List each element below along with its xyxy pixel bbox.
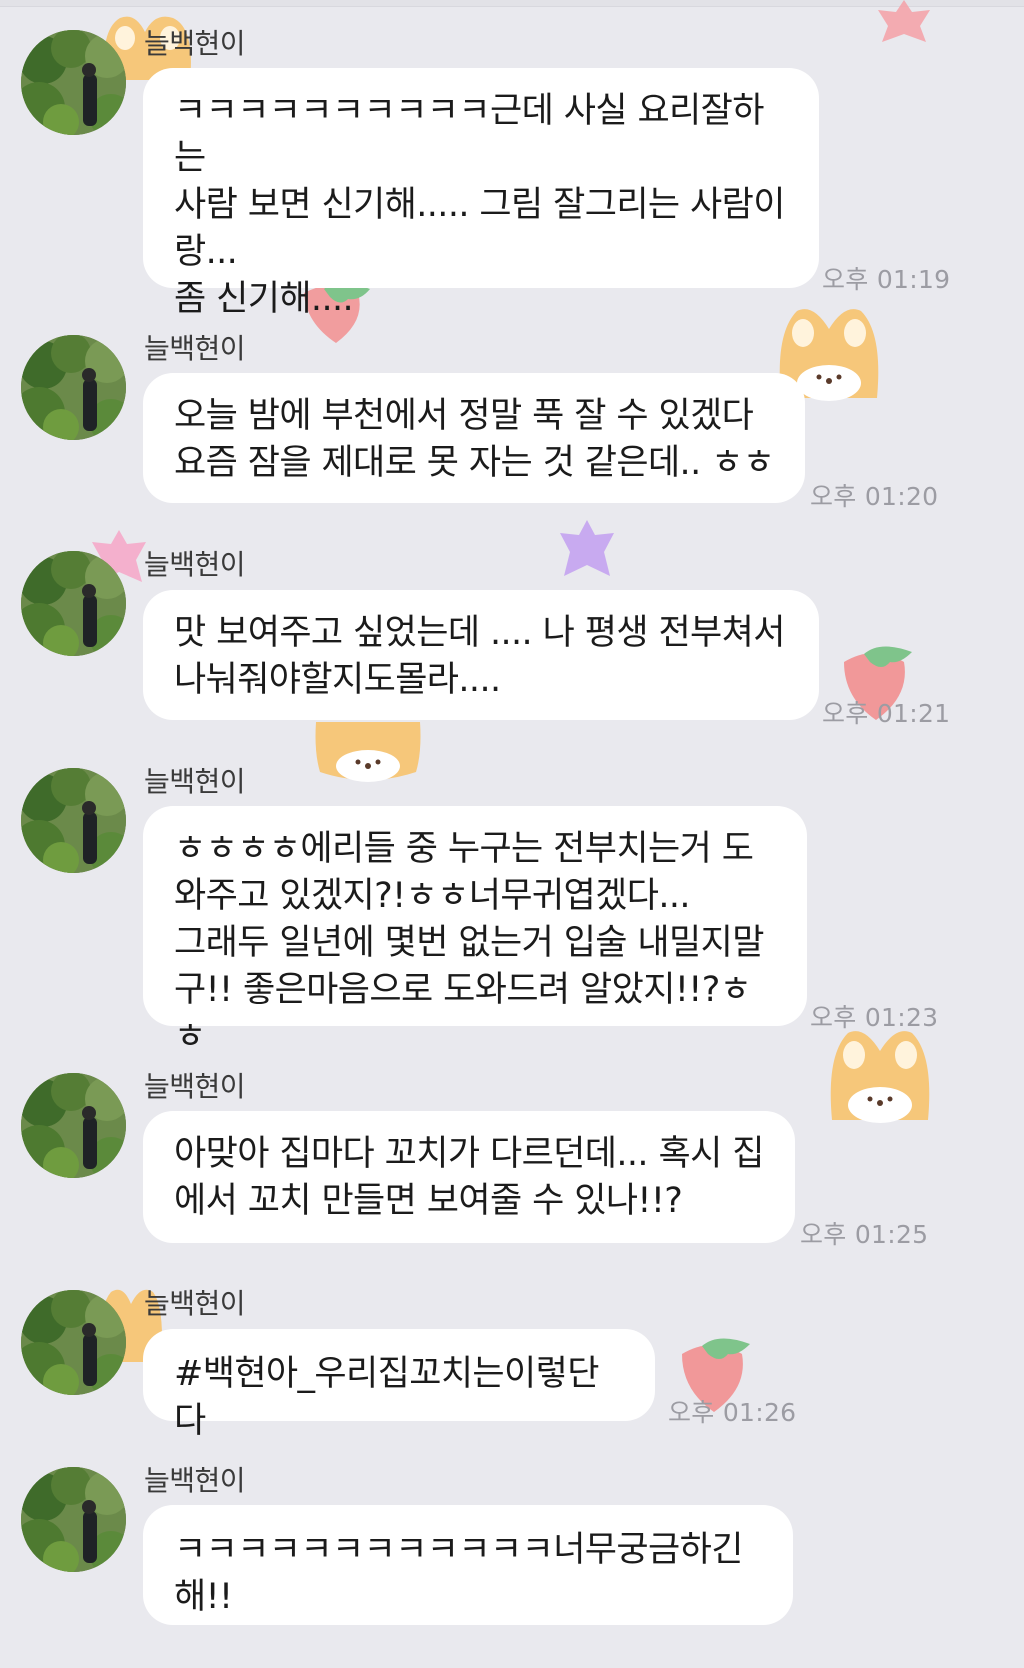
message-bubble[interactable]: 오늘 밤에 부천에서 정말 푹 잘 수 있겠다 요즘 잠을 제대로 못 자는 것… [143,373,805,503]
message-timestamp: 오후 01:26 [668,1398,797,1427]
sender-name[interactable]: 늘백현이 [144,1065,246,1105]
message-timestamp: 오후 01:20 [810,482,939,511]
fox-face-icon [315,722,421,782]
message-bubble[interactable]: ㅋㅋㅋㅋㅋㅋㅋㅋㅋㅋㅋㅋ너무궁금하긴해!! [143,1505,793,1625]
sender-name[interactable]: 늘백현이 [144,543,246,583]
avatar[interactable] [21,768,126,873]
message-timestamp: 오후 01:23 [810,1003,939,1032]
sender-name[interactable]: 늘백현이 [144,22,246,62]
avatar[interactable] [21,551,126,656]
avatar[interactable] [21,1467,126,1572]
avatar[interactable] [21,1290,126,1395]
top-edge [0,0,1024,7]
message-bubble[interactable]: 맛 보여주고 싶었는데 .... 나 평생 전부쳐서 나눠줘야할지도몰라.... [143,590,819,720]
message-timestamp: 오후 01:19 [822,265,951,294]
avatar[interactable] [21,335,126,440]
sender-name[interactable]: 늘백현이 [144,327,246,367]
avatar[interactable] [21,30,126,135]
message-bubble[interactable]: ㅋㅋㅋㅋㅋㅋㅋㅋㅋㅋ근데 사실 요리잘하는 사람 보면 신기해..... 그림 … [143,68,819,319]
message-timestamp: 오후 01:25 [800,1220,929,1249]
star-icon [560,520,614,576]
message-bubble[interactable]: 아맞아 집마다 꼬치가 다르던데... 혹시 집 에서 꼬치 만들면 보여줄 수… [143,1111,795,1243]
sender-name[interactable]: 늘백현이 [144,760,246,800]
sender-name[interactable]: 늘백현이 [144,1459,246,1499]
message-bubble[interactable]: #백현아_우리집꼬치는이렇단다 [143,1329,655,1441]
fox-face-icon [830,1031,930,1123]
sender-name[interactable]: 늘백현이 [144,1282,246,1322]
screen-bottom [0,1664,1024,1668]
avatar[interactable] [21,1073,126,1178]
message-bubble[interactable]: ㅎㅎㅎㅎ에리들 중 누구는 전부치는거 도 와주고 있겠지?!ㅎㅎ너무귀엽겠다.… [143,806,807,1057]
message-timestamp: 오후 01:21 [822,699,951,728]
